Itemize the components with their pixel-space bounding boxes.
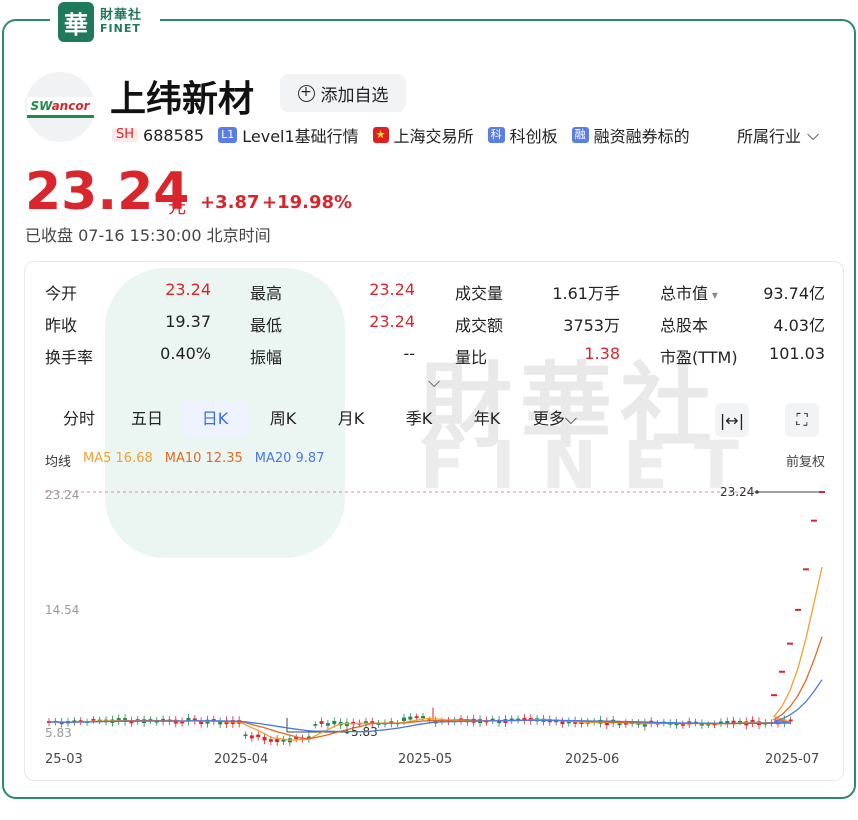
star-market-icon: 科 [487,127,505,143]
limit-up-candle [771,694,777,697]
sh-badge: SH [112,128,139,142]
price-change-pct: +19.98% [262,192,353,213]
logo-sw: SW [30,98,52,113]
candle [243,734,248,737]
plus-circle-icon: + [297,84,315,102]
candle [262,736,267,741]
add-watchlist-label: 添加自选 [320,85,389,106]
star-market-label: 科创板 [509,127,558,146]
candle [325,723,330,726]
ma5-line [48,566,823,741]
industry-label: 所属行业 [737,127,802,146]
limit-up-candle [795,608,801,611]
candle [91,719,96,721]
tag-code: SH 688585 [112,126,204,145]
level1-icon: L1 [218,127,238,143]
industry-dropdown[interactable]: 所属行业 ⌵ [737,123,819,147]
candle [332,721,337,725]
high-marker-dot [755,490,759,494]
quote-card: 財華社 FINET 今开 23.24 最高 23.24 成交量 1.61万手 总市值 ▾ 93… [24,261,844,781]
add-watchlist-button[interactable]: + 添加自选 [280,74,406,112]
candle [788,719,793,722]
brand-seal-icon: 華 [58,2,94,42]
candle [617,723,622,726]
exchange-label: 上海交易所 [393,127,474,146]
limit-up-candle [779,670,785,673]
china-flag-icon: ★ [372,127,389,143]
logo-ancor: ancor [51,98,90,113]
limit-up-candle [819,491,825,493]
candle [560,721,565,725]
price-unit: 元 [168,197,186,218]
limit-up-candle [803,568,809,571]
tag-level1[interactable]: L1 Level1基础行情 [218,123,359,147]
market-status: 已收盘 07-16 15:30:00 北京时间 [25,226,271,245]
stock-name: 上纬新材 [110,79,255,120]
tag-margin[interactable]: 融 融资融券标的 [571,123,690,147]
candle [313,724,318,726]
margin-label: 融资融券标的 [593,127,690,146]
high-label: 23.24 [720,485,754,499]
candle [408,716,413,720]
margin-icon: 融 [571,127,589,143]
candle [401,717,406,721]
limit-up-candle [787,642,793,645]
brand-name-en: FINET [100,22,141,36]
chevron-down-icon: ⌵ [807,125,820,144]
level1-label: Level1基础行情 [242,127,359,146]
tag-exchange[interactable]: ★ 上海交易所 [372,123,474,147]
tag-star-market[interactable]: 科 科创板 [487,123,558,147]
brand-logo: 華 財華社 FINET [50,0,160,44]
stock-code: 688585 [143,125,205,145]
candle [249,735,254,739]
candle [268,739,273,742]
kline-chart[interactable]: 23.245.83 [25,262,844,781]
stock-tags: SH 688585 L1 Level1基础行情 ★ 上海交易所 科 科创板 融 … [112,123,704,147]
brand-name-cn: 財華社 [100,8,143,24]
current-price: 23.24 [25,162,190,222]
candle [414,716,419,719]
candle [319,721,324,724]
price-change: +3.87 [200,192,260,213]
limit-up-candle [811,519,817,522]
candle [256,734,261,738]
candle [421,716,425,719]
company-logo: SWancor [25,72,95,142]
